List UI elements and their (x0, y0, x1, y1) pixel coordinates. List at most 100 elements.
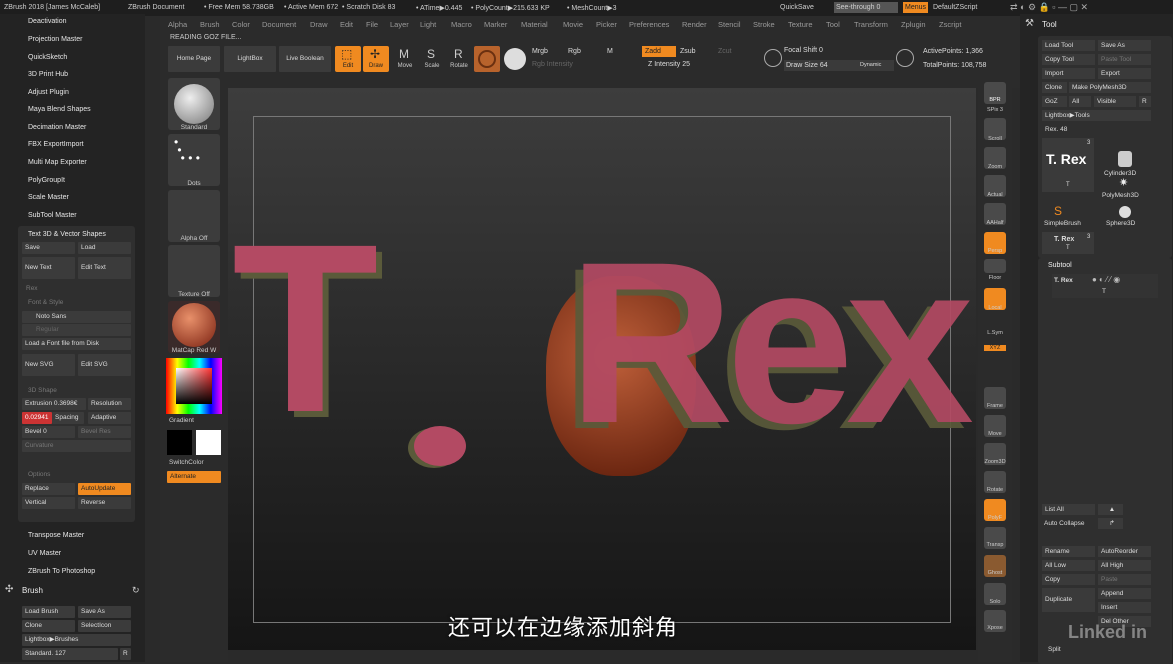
zcut-button[interactable]: Zcut (718, 48, 732, 55)
bevel-res-slider[interactable]: Bevel Res (78, 426, 131, 438)
resolution-slider[interactable]: Resolution (88, 398, 131, 410)
reverse-button[interactable]: Reverse (78, 497, 131, 509)
menu-draw[interactable]: Draw (310, 20, 328, 29)
load-tool-button[interactable]: Load Tool (1042, 40, 1095, 51)
sphere-icon[interactable] (1119, 206, 1131, 218)
floor-icon[interactable] (984, 259, 1006, 273)
material-swatch[interactable] (474, 46, 500, 72)
d-mode-icon[interactable] (896, 49, 914, 67)
plugin-multi-map-exporter[interactable]: Multi Map Exporter (28, 159, 87, 166)
default-zscript-button[interactable]: DefaultZScript (933, 4, 977, 11)
menu-preferences[interactable]: Preferences (629, 20, 669, 29)
rotate-mode-button[interactable]: R Rotate (446, 46, 472, 72)
plugin-deactivation[interactable]: Deactivation (28, 18, 67, 25)
xyz-button[interactable]: XYZ (984, 345, 1006, 351)
menu-tool[interactable]: Tool (826, 20, 840, 29)
subtool-item[interactable]: T. Rex T ● ◐ ⁄ ⁄ ◉ (1052, 274, 1158, 298)
switchcolor-button[interactable]: SwitchColor (169, 459, 237, 466)
menu-layer[interactable]: Layer (390, 20, 409, 29)
subtool-header[interactable]: Subtool (1048, 262, 1072, 269)
menu-texture[interactable]: Texture (788, 20, 813, 29)
plugin-transpose-master[interactable]: Transpose Master (28, 532, 84, 539)
lsym-button[interactable]: L.Sym (978, 330, 1012, 336)
edit-mode-button[interactable]: ⬚ Edit (335, 46, 361, 72)
all-high-button[interactable]: All High (1098, 560, 1151, 571)
append-button[interactable]: Append (1098, 588, 1151, 599)
menu-material[interactable]: Material (521, 20, 548, 29)
menu-movie[interactable]: Movie (563, 20, 583, 29)
menus-button[interactable]: Menus (903, 2, 929, 13)
subtool-toggles-icon[interactable]: ● ◐ ⁄ ⁄ ◉ (1092, 275, 1120, 284)
list-all-button[interactable]: List All (1042, 504, 1095, 515)
menu-file[interactable]: File (366, 20, 378, 29)
insert-button[interactable]: Insert (1098, 602, 1151, 613)
cylinder-icon[interactable] (1118, 151, 1132, 167)
auto-collapse-toggle[interactable]: Auto Collapse (1044, 520, 1084, 527)
menu-color[interactable]: Color (232, 20, 250, 29)
menu-macro[interactable]: Macro (451, 20, 472, 29)
move-handle-icon[interactable]: ✣ (5, 584, 13, 595)
color-picker[interactable] (166, 358, 222, 414)
s-mode-icon[interactable] (764, 49, 782, 67)
edit-svg-button[interactable]: Edit SVG (78, 354, 131, 376)
polymesh-star-icon[interactable]: ✷ (1119, 176, 1128, 189)
color-square[interactable] (176, 368, 212, 404)
brush-r-button[interactable]: R (120, 648, 131, 660)
mrgb-button[interactable]: Mrgb (532, 48, 548, 55)
menu-stencil[interactable]: Stencil (718, 20, 741, 29)
tool-save-as-button[interactable]: Save As (1098, 40, 1151, 51)
font-weight-selector[interactable]: Regular (22, 324, 131, 336)
menu-picker[interactable]: Picker (596, 20, 617, 29)
plugin-adjust[interactable]: Adjust Plugin (28, 89, 69, 96)
menu-light[interactable]: Light (420, 20, 436, 29)
z-intensity-slider[interactable]: Z Intensity 25 (648, 61, 690, 68)
bevel-slider[interactable]: Bevel 0 (22, 426, 75, 438)
plugin-polygroupit[interactable]: PolyGroupIt (28, 177, 65, 184)
export-button[interactable]: Export (1098, 68, 1151, 79)
text3d-save-button[interactable]: Save (22, 242, 75, 254)
refresh-icon[interactable]: ↻ (132, 585, 140, 596)
subtool-copy-button[interactable]: Copy (1042, 574, 1095, 585)
brush-header[interactable]: Brush (22, 586, 43, 595)
paste-tool-button[interactable]: Paste Tool (1098, 54, 1151, 65)
split-header[interactable]: Split (1048, 646, 1061, 653)
plugin-projection-master[interactable]: Projection Master (28, 36, 82, 43)
goz-button[interactable]: GoZ (1042, 96, 1067, 107)
menu-zplugin[interactable]: Zplugin (901, 20, 926, 29)
secondary-color-swatch[interactable] (196, 430, 221, 455)
color-swatch-icon[interactable] (504, 48, 526, 70)
viewport-canvas[interactable]: T Rex (228, 88, 976, 650)
import-button[interactable]: Import (1042, 68, 1095, 79)
current-tool-slider[interactable]: Rex. 48 (1042, 124, 1151, 135)
plugin-subtool-master[interactable]: SubTool Master (28, 212, 77, 219)
m-button[interactable]: M (607, 48, 613, 55)
font-selector[interactable]: Noto Sans (22, 311, 131, 323)
extrusion-slider[interactable]: Extrusion 0.3698€ (22, 398, 86, 410)
dots-stroke-thumb[interactable]: • • • • • (168, 134, 220, 186)
load-brush-button[interactable]: Load Brush (22, 606, 75, 618)
lightbox-button[interactable]: LightBox (224, 46, 276, 72)
menu-document[interactable]: Document (262, 20, 296, 29)
home-page-button[interactable]: Home Page (168, 46, 220, 72)
alternate-button[interactable]: Alternate (167, 471, 221, 483)
move-mode-button[interactable]: M Move (392, 46, 418, 72)
rgb-intensity-slider[interactable]: Rgb Intensity (532, 61, 573, 68)
menu-transform[interactable]: Transform (854, 20, 888, 29)
plugin-zbrush-to-photoshop[interactable]: ZBrush To Photoshop (28, 568, 95, 575)
brush-save-as-button[interactable]: Save As (78, 606, 131, 618)
tool-header[interactable]: Tool (1042, 20, 1057, 29)
lightbox-tools-button[interactable]: Lightbox▶Tools (1042, 110, 1151, 121)
see-through-slider[interactable]: See-through 0 (834, 2, 898, 13)
arrow-icon[interactable]: ↱ (1098, 518, 1123, 529)
menu-stroke[interactable]: Stroke (753, 20, 775, 29)
focal-shift-slider[interactable]: Focal Shift 0 (784, 47, 823, 54)
subtool-paste-button[interactable]: Paste (1098, 574, 1151, 585)
menu-zscript[interactable]: Zscript (939, 20, 962, 29)
spix-slider[interactable]: SPix 3 (978, 107, 1012, 113)
zsub-button[interactable]: Zsub (680, 48, 696, 55)
primary-color-swatch[interactable] (167, 430, 192, 455)
selecticon-button[interactable]: SelectIcon (78, 620, 131, 632)
goz-all-button[interactable]: All (1069, 96, 1091, 107)
menu-brush[interactable]: Brush (200, 20, 220, 29)
curvature-slider[interactable]: Curvature (22, 440, 131, 452)
